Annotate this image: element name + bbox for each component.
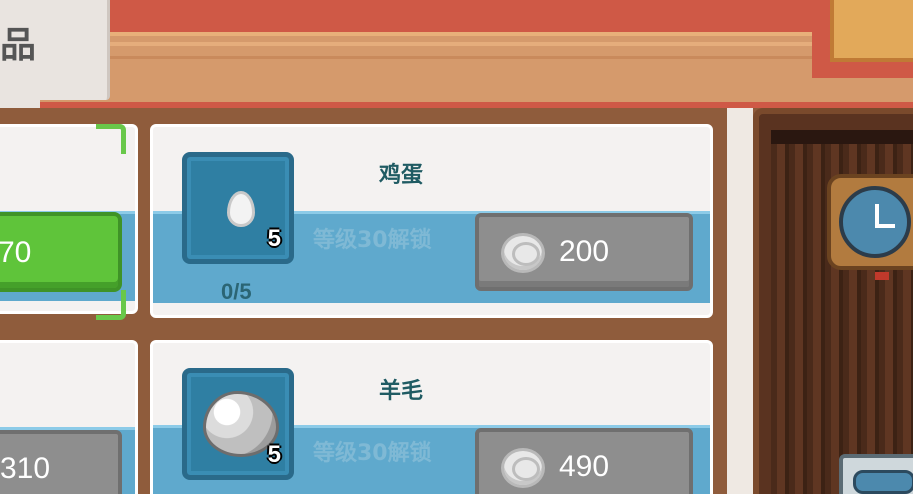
tab-notch	[0, 100, 40, 108]
clock-face	[839, 186, 911, 258]
radio-icon[interactable]	[839, 454, 913, 494]
item-slot-wool[interactable]: 5	[182, 368, 294, 480]
buy-button[interactable]: 70	[0, 212, 122, 292]
item-slot-egg[interactable]: 5	[182, 152, 294, 264]
clock-pendant	[875, 272, 889, 280]
buy-button-price: 70	[0, 236, 32, 269]
silver-coin-icon	[501, 233, 545, 273]
panel-divider	[727, 108, 753, 494]
wood-beam	[771, 130, 913, 144]
item-name: 羊毛	[378, 379, 423, 404]
silver-coin-icon	[501, 448, 545, 488]
shop-category-tab[interactable]: 品	[0, 0, 110, 100]
banner-stripes	[0, 32, 913, 102]
shop-interior-panel	[753, 108, 913, 494]
banner-corner-decoration	[812, 0, 913, 78]
price-value: 310	[0, 452, 51, 485]
item-name: 鸡蛋	[378, 163, 423, 188]
wall-clock-icon	[827, 174, 913, 280]
price-button-wool[interactable]: 490	[475, 428, 693, 494]
price-value: 200	[559, 235, 610, 268]
item-count-badge: 5	[267, 441, 281, 468]
price-button-egg[interactable]: 200	[475, 213, 693, 291]
lock-requirement-text: 等级30解锁	[313, 441, 432, 466]
price-button-left-2[interactable]: 310	[0, 430, 122, 494]
item-count-badge: 5	[267, 225, 281, 252]
top-banner	[0, 0, 913, 108]
lock-requirement-text: 等级30解锁	[313, 228, 432, 253]
price-value: 490	[559, 450, 610, 483]
stock-counter: 0/5	[221, 279, 252, 304]
shop-category-tab-label: 品	[0, 25, 37, 66]
egg-icon	[227, 191, 255, 227]
selection-bracket-bottom-icon	[96, 290, 126, 320]
selection-bracket-top-icon	[96, 124, 126, 154]
